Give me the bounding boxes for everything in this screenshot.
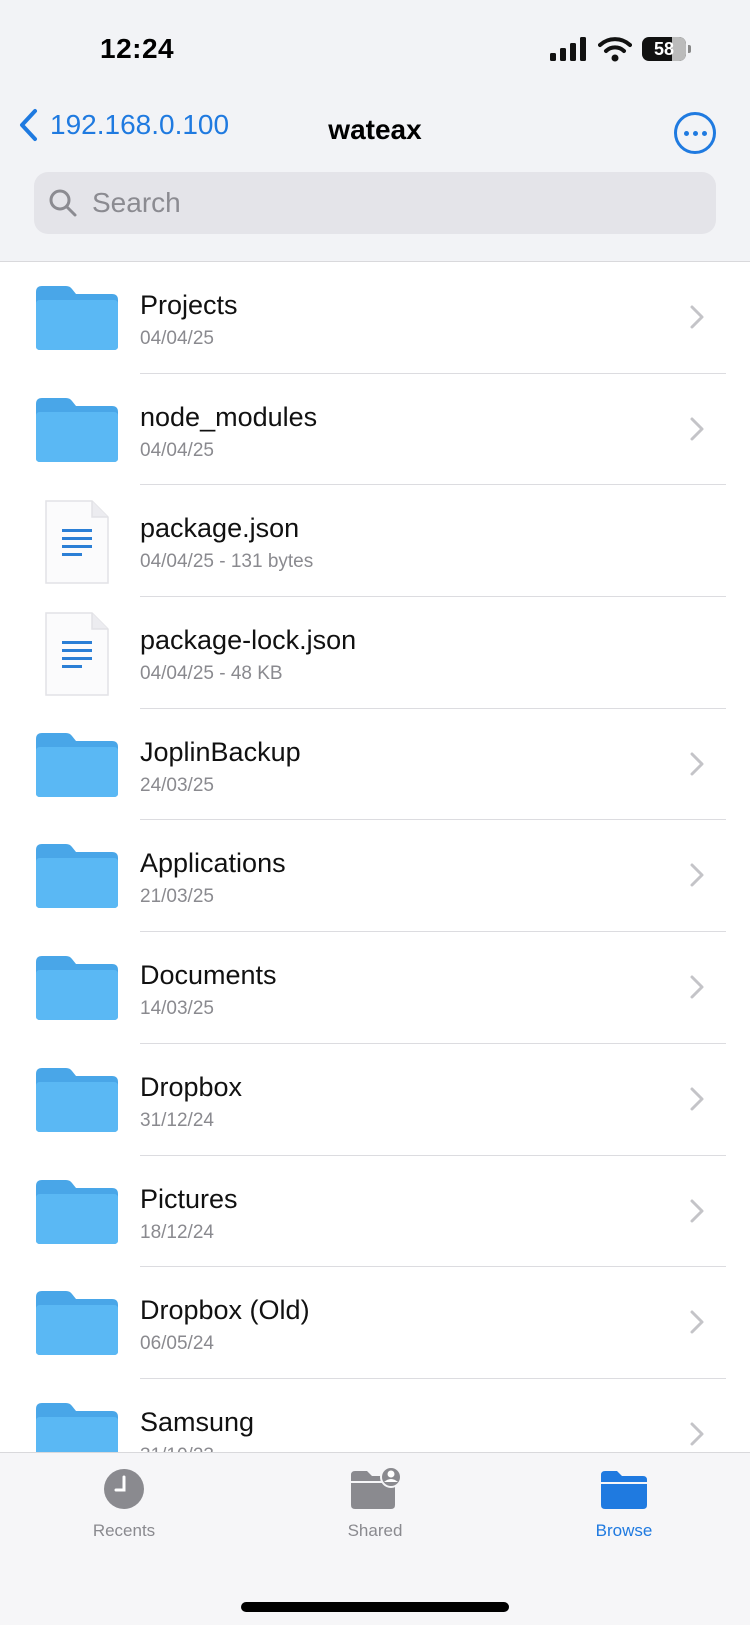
file-list: Projects 04/04/25 node_modules 04/04/25 … xyxy=(0,262,750,1452)
file-name: Pictures xyxy=(140,1183,238,1214)
file-meta: 04/04/25 xyxy=(140,328,214,349)
battery-icon: 58 xyxy=(642,37,691,61)
file-name: JoplinBackup xyxy=(140,736,301,767)
chevron-right-icon xyxy=(690,1310,704,1334)
tab-label: Browse xyxy=(595,1521,653,1540)
clock-icon xyxy=(104,1469,144,1509)
folder-icon xyxy=(36,732,118,797)
file-row[interactable]: Dropbox 31/12/24 xyxy=(0,1044,750,1156)
chevron-right-icon xyxy=(690,305,704,329)
file-row[interactable]: Applications 21/03/25 xyxy=(0,820,750,933)
file-row[interactable]: Projects 04/04/25 xyxy=(0,262,750,374)
cellular-signal-icon xyxy=(550,37,586,61)
shared-folder-icon xyxy=(351,1467,402,1509)
more-icon xyxy=(683,130,689,136)
file-name: node_modules xyxy=(140,401,318,432)
chevron-right-icon xyxy=(690,1199,704,1222)
folder-icon xyxy=(36,844,118,909)
file-meta: 04/04/25 - 48 KB xyxy=(140,663,283,685)
file-name: package-lock.json xyxy=(140,625,357,656)
search-icon xyxy=(49,189,77,217)
folder-icon xyxy=(36,956,118,1021)
file-row[interactable]: Dropbox (Old) 06/05/24 xyxy=(0,1267,750,1379)
search-bar[interactable] xyxy=(34,172,716,234)
battery-level: 58 xyxy=(653,38,675,59)
more-options-button[interactable] xyxy=(674,112,716,154)
search-input[interactable] xyxy=(90,186,674,220)
status-icons: 58 xyxy=(550,36,691,62)
file-row[interactable]: package-lock.json 04/04/25 - 48 KB xyxy=(0,597,750,709)
file-name: Samsung xyxy=(140,1406,255,1437)
file-row[interactable]: node_modules 04/04/25 xyxy=(0,374,750,486)
file-row[interactable]: Pictures 18/12/24 xyxy=(0,1156,750,1268)
wifi-icon xyxy=(598,37,632,62)
file-name: Projects xyxy=(140,290,238,320)
folder-icon xyxy=(601,1471,647,1509)
file-row[interactable]: JoplinBackup 24/03/25 xyxy=(0,709,750,821)
file-meta: 18/12/24 xyxy=(140,1221,214,1243)
document-icon xyxy=(45,500,109,585)
file-meta: 31/12/24 xyxy=(140,1109,214,1131)
file-meta: 24/03/25 xyxy=(140,774,214,796)
home-indicator xyxy=(241,1602,509,1612)
file-row[interactable]: package.json 04/04/25 - 131 bytes xyxy=(0,485,750,598)
file-meta: 06/05/24 xyxy=(140,1333,214,1355)
file-meta: 21/03/25 xyxy=(140,886,214,908)
chevron-right-icon xyxy=(690,863,704,887)
tab-bar: Recents Shared Browse xyxy=(0,1452,750,1625)
file-meta: 04/04/25 - 131 bytes xyxy=(140,551,314,573)
folder-icon xyxy=(36,1291,118,1356)
file-row[interactable]: Samsung 31/10/23 xyxy=(0,1379,750,1452)
chevron-right-icon xyxy=(690,752,704,776)
navigation-header: 12:24 58 192.168.0.100 wateax xyxy=(0,0,750,262)
chevron-right-icon xyxy=(690,1087,704,1111)
chevron-right-icon xyxy=(690,1422,704,1446)
file-row[interactable]: Documents 14/03/25 xyxy=(0,932,750,1044)
tab-label: Shared xyxy=(347,1521,403,1540)
file-meta: 04/04/25 xyxy=(140,439,214,461)
document-icon xyxy=(45,612,109,696)
status-time: 12:24 xyxy=(100,33,175,64)
chevron-right-icon xyxy=(690,417,704,441)
folder-icon xyxy=(36,1179,118,1244)
tab-recents[interactable]: Recents xyxy=(44,1467,204,1541)
file-name: Dropbox (Old) xyxy=(140,1295,310,1326)
tab-shared[interactable]: Shared xyxy=(295,1467,455,1541)
folder-icon xyxy=(36,397,118,462)
file-name: package.json xyxy=(140,513,300,544)
folder-icon xyxy=(36,1067,118,1132)
file-meta: 31/10/23 xyxy=(140,1445,214,1452)
folder-icon xyxy=(36,286,118,350)
file-name: Documents xyxy=(140,960,277,991)
file-name: Dropbox xyxy=(140,1071,243,1102)
tab-label: Recents xyxy=(92,1521,156,1540)
file-name: Applications xyxy=(140,848,286,879)
page-title: wateax xyxy=(328,114,422,145)
chevron-right-icon xyxy=(690,975,704,999)
file-meta: 14/03/25 xyxy=(140,998,214,1020)
tab-browse[interactable]: Browse xyxy=(544,1467,704,1541)
folder-icon xyxy=(36,1402,118,1452)
